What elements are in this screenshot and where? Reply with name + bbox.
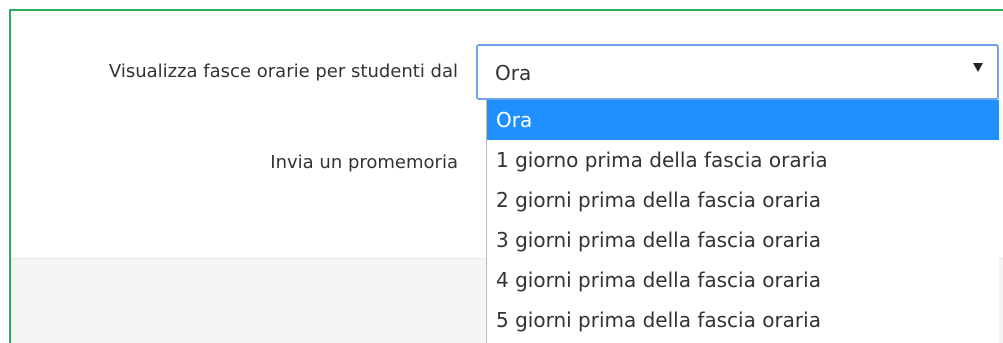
dropdown-option-4-giorni[interactable]: 4 giorni prima della fascia oraria bbox=[487, 260, 999, 300]
dropdown-option-3-giorni[interactable]: 3 giorni prima della fascia oraria bbox=[487, 220, 999, 260]
dropdown-option-5-giorni[interactable]: 5 giorni prima della fascia oraria bbox=[487, 300, 999, 340]
select-current-value: Ora bbox=[495, 61, 532, 85]
form-screen: Visualizza fasce orarie per studenti dal… bbox=[0, 0, 1003, 343]
select-dropdown-list: Ora 1 giorno prima della fascia oraria 2… bbox=[486, 100, 999, 343]
dropdown-option-1-giorno[interactable]: 1 giorno prima della fascia oraria bbox=[487, 140, 999, 180]
dropdown-option-2-giorni[interactable]: 2 giorni prima della fascia oraria bbox=[487, 180, 999, 220]
caret-down-icon bbox=[973, 63, 983, 72]
invia-promemoria-label: Invia un promemoria bbox=[270, 152, 458, 173]
visualizza-fasce-label: Visualizza fasce orarie per studenti dal bbox=[108, 61, 458, 82]
dropdown-option-ora[interactable]: Ora bbox=[487, 100, 999, 140]
visualizza-fasce-select[interactable]: Ora bbox=[476, 44, 999, 100]
